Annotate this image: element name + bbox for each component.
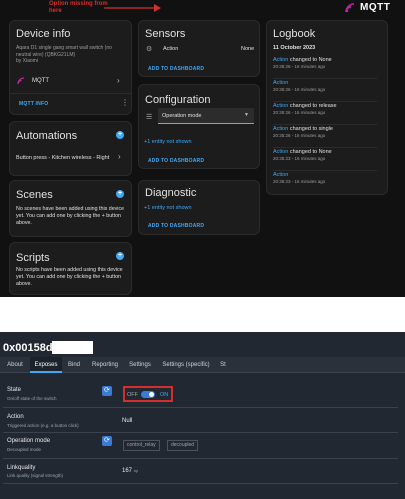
device-info-card: Device info Aqara D1 single gang smart w… xyxy=(9,20,132,115)
config-add-dashboard-button[interactable]: ADD TO DASHBOARD xyxy=(148,158,204,164)
sensors-title: Sensors xyxy=(145,28,186,40)
log-entity-link[interactable]: Action xyxy=(273,80,288,86)
scenes-title: Scenes xyxy=(16,189,53,201)
expose-state-row: State On/off state of the switch ⟳ xyxy=(3,378,398,408)
annotation-text: Option missing from here xyxy=(49,1,108,14)
device-manufacturer: by Xiaomi xyxy=(16,58,38,64)
gesture-icon: ⚙ xyxy=(146,46,153,53)
tab-about[interactable]: About xyxy=(0,357,30,373)
mqtt-logo-icon xyxy=(345,2,355,12)
log-entry: Action changed to None 20:35:26 - 16 min… xyxy=(273,57,377,79)
linkquality-value: 167 lqi xyxy=(122,468,138,474)
add-scene-icon[interactable]: + xyxy=(116,190,124,198)
z2m-tabs: About Exposes Bind Reporting Settings Se… xyxy=(0,357,405,373)
diagnostic-add-dashboard-button[interactable]: ADD TO DASHBOARD xyxy=(148,223,204,229)
log-entity-link[interactable]: Action xyxy=(273,57,288,63)
sensors-add-dashboard-button[interactable]: ADD TO DASHBOARD xyxy=(148,66,204,72)
tab-reporting[interactable]: Reporting xyxy=(86,357,124,373)
chevron-right-icon: › xyxy=(118,152,121,161)
scripts-card: Scripts + No scripts have been added usi… xyxy=(9,242,132,295)
configuration-card: Configuration ☰ Operation mode ▼ +1 enti… xyxy=(138,84,260,169)
diagnostic-card: Diagnostic +1 entity not shown ADD TO DA… xyxy=(138,180,260,235)
scenes-empty-text: No scenes have been added using this dev… xyxy=(16,206,125,226)
tab-state[interactable]: St xyxy=(216,357,230,373)
state-on-label: ON xyxy=(160,392,169,398)
tab-settings[interactable]: Settings xyxy=(124,357,156,373)
log-entity-link[interactable]: Action xyxy=(273,126,288,132)
log-entry: Action 20:35:23 - 16 minutes ago xyxy=(273,172,326,184)
log-entity-link[interactable]: Action xyxy=(273,103,288,109)
annotation-arrow-icon xyxy=(104,4,161,12)
expose-operation-mode-row: Operation mode Decoupled mode ⟳ control_… xyxy=(3,434,398,459)
tab-bind[interactable]: Bind xyxy=(62,357,86,373)
log-entity-link[interactable]: Action xyxy=(273,149,288,155)
scenes-card: Scenes + No scenes have been added using… xyxy=(9,180,132,237)
mqtt-info-button[interactable]: MQTT INFO xyxy=(19,101,48,107)
refresh-icon: ⟳ xyxy=(104,437,110,444)
scripts-title: Scripts xyxy=(16,252,50,264)
logbook-date: 11 October 2023 xyxy=(273,45,316,51)
logbook-title: Logbook xyxy=(273,28,316,40)
add-automation-icon[interactable]: + xyxy=(116,131,124,139)
more-vert-icon[interactable]: ⋮ xyxy=(121,98,129,107)
refresh-icon: ⟳ xyxy=(104,387,110,394)
mqtt-logo: MQTT xyxy=(345,2,390,13)
action-value: Null xyxy=(122,418,133,424)
toggle-knob xyxy=(149,392,154,397)
operation-mode-option-decoupled[interactable]: decoupled xyxy=(167,440,199,451)
log-entry: Action changed to single 20:35:26 - 16 m… xyxy=(273,126,377,148)
state-off-label: OFF xyxy=(127,392,138,398)
sensor-action-row[interactable]: ⚙ Action None xyxy=(139,43,259,55)
log-entry: Action 20:35:26 - 16 minutes ago xyxy=(273,80,377,102)
tab-exposes[interactable]: Exposes xyxy=(30,357,62,373)
sensors-card: Sensors ⚙ Action None ADD TO DASHBOARD xyxy=(138,20,260,77)
automations-title: Automations xyxy=(16,130,78,142)
tune-icon: ☰ xyxy=(146,114,153,121)
config-hidden-entities-link[interactable]: +1 entity not shown xyxy=(144,139,192,145)
chevron-right-icon: › xyxy=(117,76,120,85)
configuration-title: Configuration xyxy=(145,94,211,106)
integration-row[interactable]: MQTT › xyxy=(10,74,131,90)
dropdown-arrow-icon: ▼ xyxy=(244,112,249,118)
operation-mode-option-control-relay[interactable]: control_relay xyxy=(123,440,160,451)
add-script-icon[interactable]: + xyxy=(116,252,124,260)
automation-item[interactable]: Button press - Kitchen wireless - Right … xyxy=(10,152,131,166)
redaction-mask xyxy=(52,341,93,354)
tab-settings-specific[interactable]: Settings (specific) xyxy=(156,357,216,373)
diagnostic-title: Diagnostic xyxy=(145,187,197,199)
mqtt-icon xyxy=(17,77,25,85)
log-entry: Action changed to release 20:35:26 - 16 … xyxy=(273,103,377,125)
device-info-title: Device info xyxy=(16,28,71,40)
log-entry: Action changed to None 20:35:23 - 16 min… xyxy=(273,149,377,171)
refresh-operation-mode-button[interactable]: ⟳ xyxy=(102,436,112,446)
operation-mode-select[interactable]: Operation mode ▼ xyxy=(158,108,254,124)
state-toggle[interactable] xyxy=(141,391,155,398)
log-entity-link[interactable]: Action xyxy=(273,172,288,178)
expose-linkquality-row: Linkquality Link quality (signal strengt… xyxy=(3,460,398,484)
logbook-card: Logbook 11 October 2023 Action changed t… xyxy=(266,20,388,195)
diagnostic-hidden-entities-link[interactable]: +1 entity not shown xyxy=(144,205,192,211)
expose-action-row: Action Triggered action (e.g. a button c… xyxy=(3,409,398,433)
refresh-state-button[interactable]: ⟳ xyxy=(102,386,112,396)
scripts-empty-text: No scripts have been added using this de… xyxy=(16,267,123,287)
device-model: Aqara D1 single gang smart wall switch (… xyxy=(16,45,112,58)
automations-card: Automations + Button press - Kitchen wir… xyxy=(9,121,132,176)
